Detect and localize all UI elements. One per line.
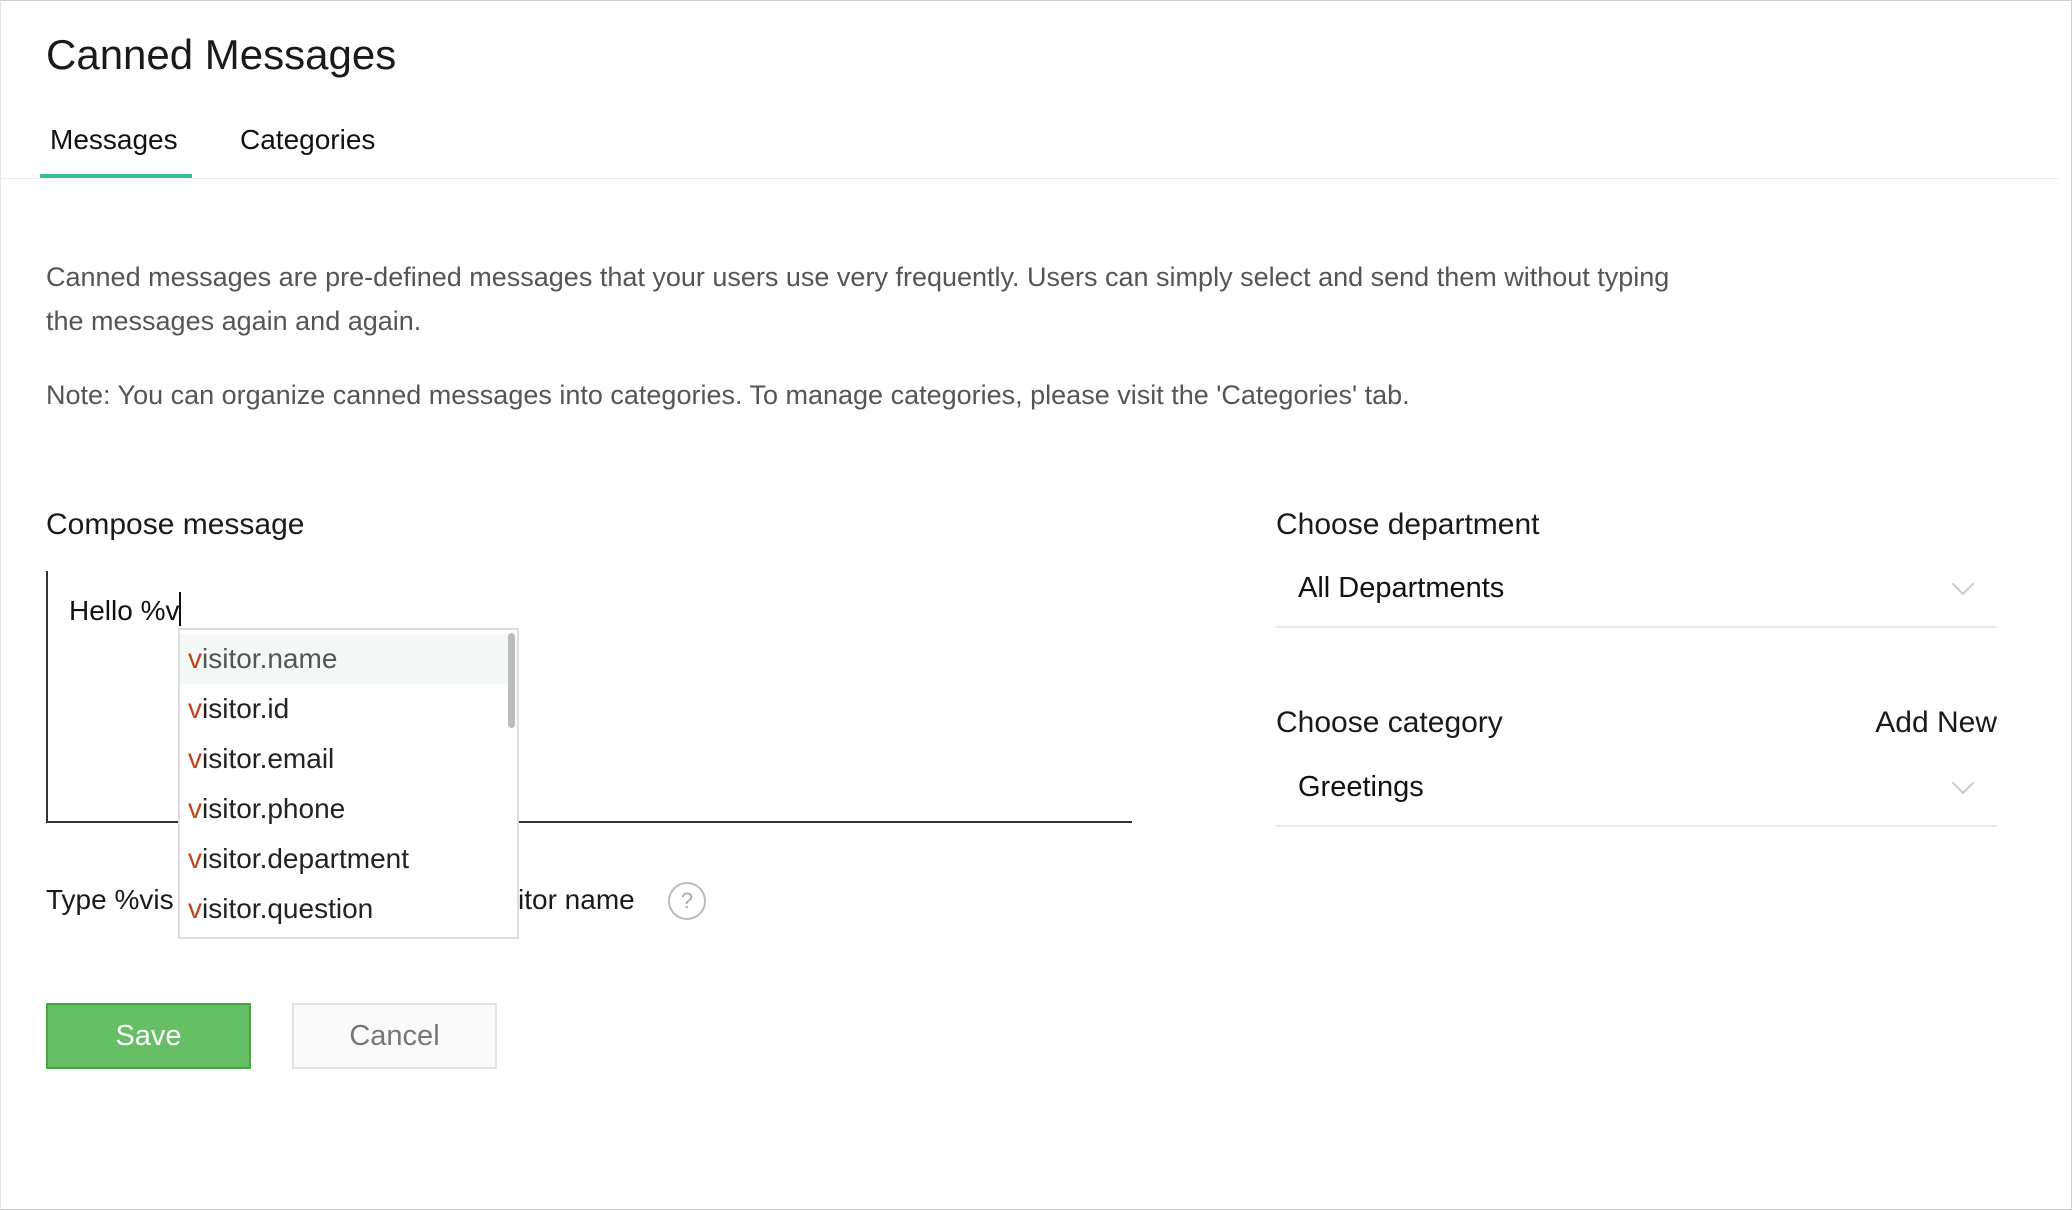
suggestion-match: v bbox=[188, 893, 202, 924]
suggestion-item[interactable]: visitor.email bbox=[180, 734, 514, 784]
suggestion-item[interactable]: visitor.department bbox=[180, 834, 514, 884]
suggestion-rest: isitor.phone bbox=[202, 793, 346, 824]
choose-department-label: Choose department bbox=[1276, 508, 1540, 541]
suggestion-rest: isitor.department bbox=[202, 843, 409, 874]
question-circle-icon[interactable]: ? bbox=[668, 882, 706, 920]
chevron-down-icon bbox=[1951, 572, 1975, 596]
cancel-button[interactable]: Cancel bbox=[292, 1003, 497, 1069]
page-title: Canned Messages bbox=[46, 31, 397, 78]
dropdown-scrollbar[interactable] bbox=[508, 633, 515, 728]
compose-message-value[interactable]: Hello %v bbox=[69, 592, 182, 629]
text-caret bbox=[179, 592, 182, 626]
hint-text-end: itor name bbox=[518, 884, 635, 915]
suggestion-item[interactable]: visitor.question bbox=[180, 884, 514, 934]
suggestion-rest: isitor.email bbox=[202, 743, 335, 774]
suggestion-item[interactable]: visitor.id bbox=[180, 684, 514, 734]
suggestion-match: v bbox=[188, 693, 202, 724]
tab-messages[interactable]: Messages bbox=[50, 122, 178, 158]
suggestion-item[interactable]: visitor.name bbox=[180, 634, 514, 684]
header-divider bbox=[0, 178, 2058, 179]
suggestion-rest: isitor.id bbox=[202, 693, 290, 724]
variable-suggestion-dropdown[interactable]: visitor.question visitor.department visito… bbox=[178, 628, 519, 939]
add-new-category-link[interactable]: Add New bbox=[1875, 704, 1997, 742]
choose-category-label: Choose category bbox=[1276, 706, 1503, 739]
suggestion-item[interactable]: visitor.phone bbox=[180, 784, 514, 834]
save-button[interactable]: Save bbox=[46, 1003, 251, 1069]
tab-categories[interactable]: Categories bbox=[240, 122, 375, 158]
suggestion-match: v bbox=[188, 643, 202, 674]
category-select[interactable]: Greetings bbox=[1276, 745, 1997, 827]
note-text: Note: You can organize canned messages i… bbox=[46, 380, 1410, 410]
suggestion-rest: isitor.name bbox=[202, 643, 338, 674]
department-select[interactable]: All Departments bbox=[1276, 546, 1997, 628]
compose-text: Hello %v bbox=[69, 595, 180, 626]
suggestion-match: v bbox=[188, 793, 202, 824]
description-text: Canned messages are pre-defined messages… bbox=[46, 262, 1670, 336]
category-select-value: Greetings bbox=[1298, 771, 1424, 803]
chevron-down-icon bbox=[1951, 771, 1975, 795]
suggestion-match: v bbox=[188, 843, 202, 874]
suggestion-match: v bbox=[188, 743, 202, 774]
suggestion-rest: isitor.question bbox=[202, 893, 374, 924]
compose-message-label: Compose message bbox=[46, 508, 305, 541]
hint-text-start: Type %vis bbox=[46, 884, 174, 915]
department-select-value: All Departments bbox=[1298, 572, 1505, 604]
